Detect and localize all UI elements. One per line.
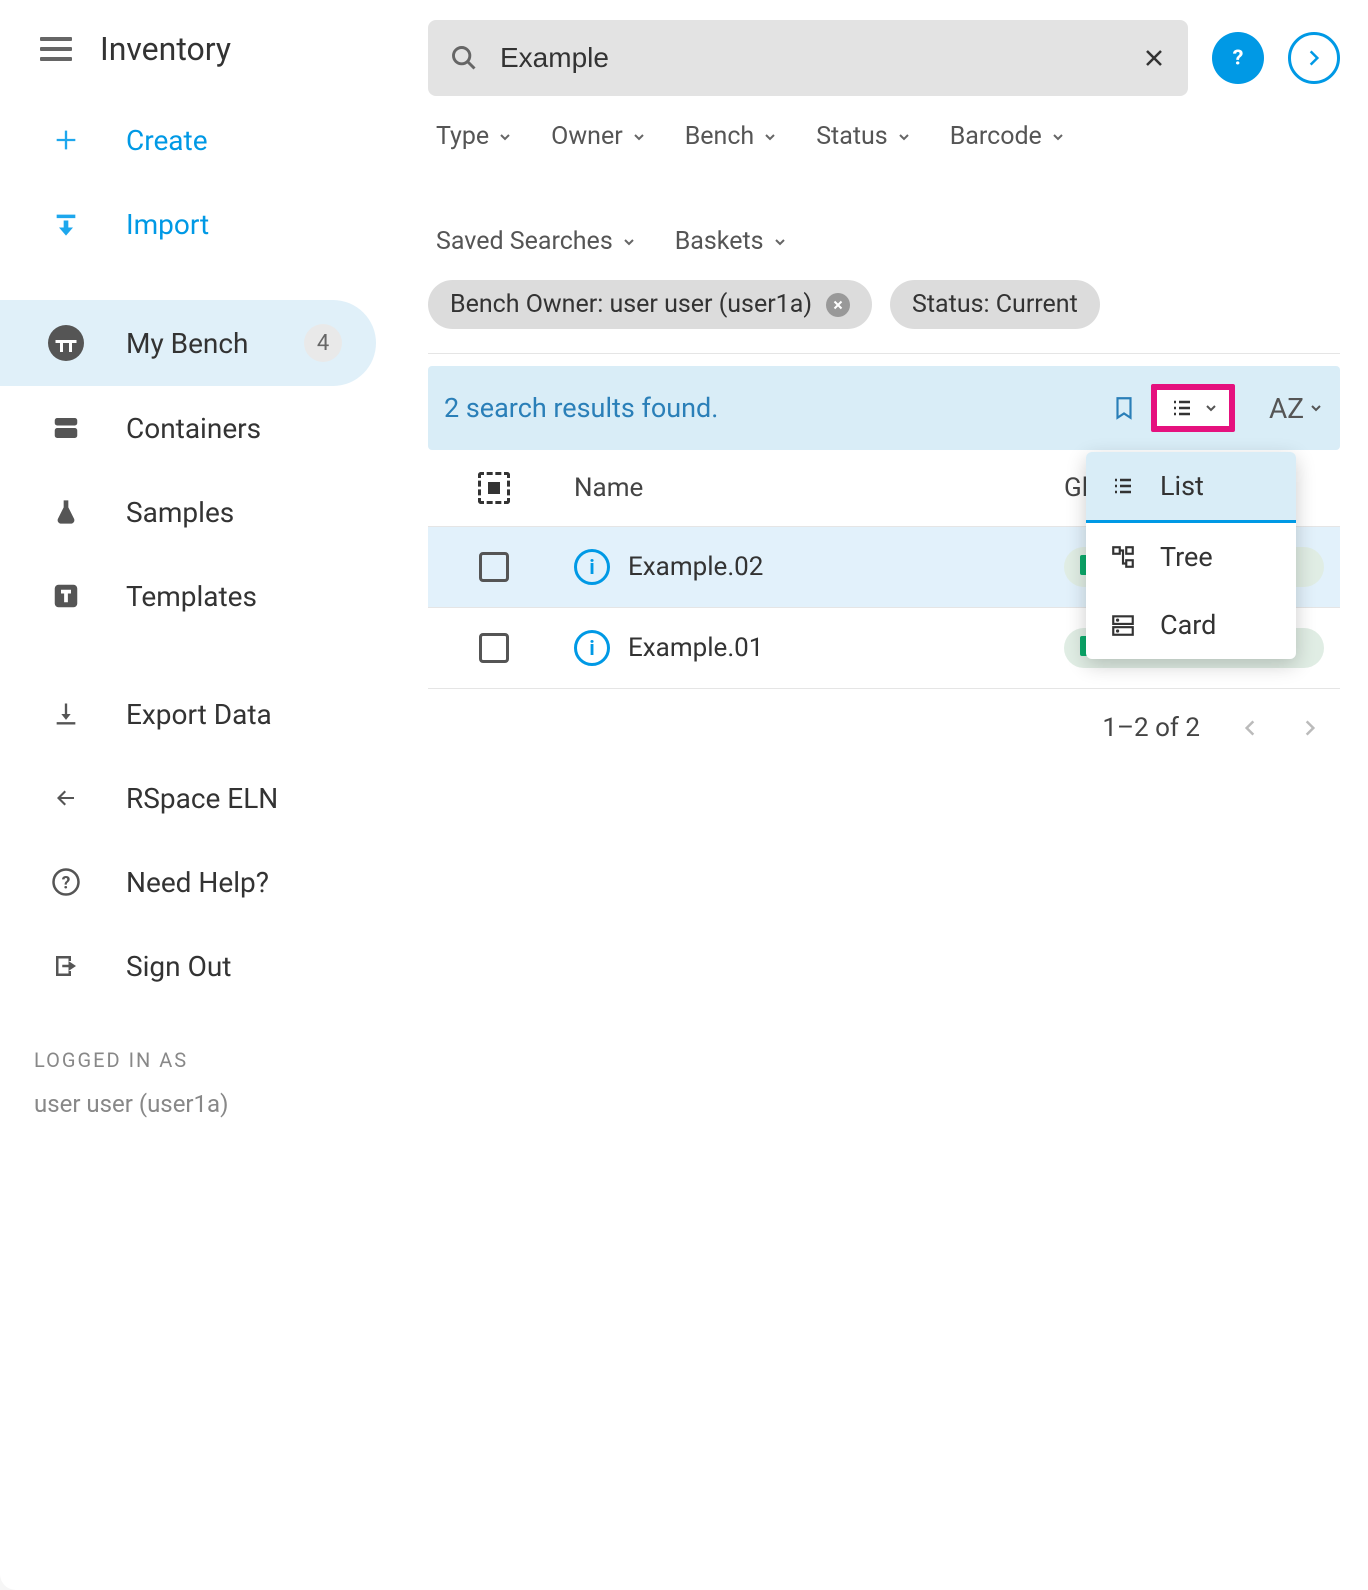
sidebar-create-label: Create bbox=[126, 124, 208, 157]
sidebar-create[interactable]: Create bbox=[0, 98, 400, 182]
sidebar-templates-label: Templates bbox=[126, 580, 257, 613]
mybench-badge: 4 bbox=[304, 324, 342, 362]
back-arrow-icon bbox=[48, 780, 84, 816]
chip-remove-icon[interactable] bbox=[826, 293, 850, 317]
sidebar-export[interactable]: Export Data bbox=[0, 672, 400, 756]
list-icon bbox=[1167, 396, 1197, 420]
template-icon bbox=[48, 578, 84, 614]
chevron-down-icon bbox=[497, 129, 513, 145]
flask-icon bbox=[48, 494, 84, 530]
chevron-down-icon bbox=[1050, 129, 1066, 145]
sidebar-samples[interactable]: Samples bbox=[0, 470, 400, 554]
signout-icon bbox=[48, 948, 84, 984]
filter-baskets[interactable]: Baskets bbox=[675, 227, 788, 256]
list-icon bbox=[1108, 474, 1138, 498]
results-bar: 2 search results found. AZ bbox=[428, 366, 1340, 450]
sidebar-signout-label: Sign Out bbox=[126, 950, 231, 983]
sidebar-containers[interactable]: Containers bbox=[0, 386, 400, 470]
select-all-checkbox[interactable] bbox=[478, 472, 510, 504]
logged-in-label: LOGGED IN AS bbox=[34, 1048, 366, 1072]
page-range: 1–2 of 2 bbox=[1102, 713, 1200, 743]
filter-saved-searches[interactable]: Saved Searches bbox=[436, 227, 637, 256]
row-name: Example.02 bbox=[628, 552, 763, 582]
info-icon[interactable]: i bbox=[574, 630, 610, 666]
filter-barcode[interactable]: Barcode bbox=[950, 122, 1066, 151]
main-content: ? Type Owner Bench Status Barcode Saved … bbox=[400, 0, 1368, 1590]
card-icon bbox=[1108, 612, 1138, 638]
tree-icon bbox=[1108, 544, 1138, 570]
sidebar-templates[interactable]: Templates bbox=[0, 554, 400, 638]
help-circle-icon: ? bbox=[48, 864, 84, 900]
sort-button[interactable]: AZ bbox=[1269, 392, 1324, 425]
filter-bench[interactable]: Bench bbox=[685, 122, 779, 151]
chevron-down-icon bbox=[1308, 400, 1324, 416]
view-option-list[interactable]: List bbox=[1086, 452, 1296, 520]
filter-status[interactable]: Status bbox=[816, 122, 911, 151]
download-icon bbox=[48, 696, 84, 732]
svg-text:?: ? bbox=[62, 873, 71, 893]
chevron-down-icon bbox=[772, 234, 788, 250]
sidebar-import-label: Import bbox=[126, 208, 209, 241]
menu-icon[interactable] bbox=[40, 37, 72, 61]
chevron-down-icon bbox=[1203, 400, 1219, 416]
sidebar-signout[interactable]: Sign Out bbox=[0, 924, 400, 1008]
chip-bench-owner[interactable]: Bench Owner: user user (user1a) bbox=[428, 280, 872, 329]
chevron-down-icon bbox=[762, 129, 778, 145]
sidebar-import[interactable]: Import bbox=[0, 182, 400, 266]
pagination: 1–2 of 2 bbox=[428, 688, 1340, 767]
chevron-down-icon bbox=[896, 129, 912, 145]
chevron-down-icon bbox=[621, 234, 637, 250]
sidebar-samples-label: Samples bbox=[126, 496, 234, 529]
svg-text:?: ? bbox=[1233, 46, 1244, 71]
bench-icon bbox=[48, 325, 84, 361]
sidebar-containers-label: Containers bbox=[126, 412, 261, 445]
results-summary: 2 search results found. bbox=[444, 392, 718, 424]
filter-owner[interactable]: Owner bbox=[551, 122, 647, 151]
row-name: Example.01 bbox=[628, 633, 763, 663]
view-mode-button[interactable] bbox=[1151, 384, 1235, 432]
next-panel-button[interactable] bbox=[1288, 32, 1340, 84]
sidebar: Inventory Create Import My Bench 4 bbox=[0, 0, 400, 1590]
row-checkbox[interactable] bbox=[479, 633, 509, 663]
plus-icon bbox=[48, 122, 84, 158]
search-box[interactable] bbox=[428, 20, 1188, 96]
logged-in-user: user user (user1a) bbox=[34, 1090, 366, 1118]
sidebar-eln-label: RSpace ELN bbox=[126, 782, 278, 815]
filter-type[interactable]: Type bbox=[436, 122, 513, 151]
view-mode-menu: List Tree Card bbox=[1086, 452, 1296, 659]
app-title: Inventory bbox=[100, 30, 231, 68]
bookmark-icon[interactable] bbox=[1111, 393, 1137, 423]
search-input[interactable] bbox=[498, 41, 1122, 75]
import-icon bbox=[48, 206, 84, 242]
sidebar-export-label: Export Data bbox=[126, 698, 272, 731]
page-prev-button[interactable] bbox=[1240, 718, 1260, 738]
sidebar-eln[interactable]: RSpace ELN bbox=[0, 756, 400, 840]
info-icon[interactable]: i bbox=[574, 549, 610, 585]
search-icon bbox=[450, 44, 478, 72]
sidebar-mybench-label: My Bench bbox=[126, 327, 248, 360]
clear-search-icon[interactable] bbox=[1142, 46, 1166, 70]
sidebar-help-label: Need Help? bbox=[126, 866, 269, 899]
page-next-button[interactable] bbox=[1300, 718, 1320, 738]
row-checkbox[interactable] bbox=[479, 552, 509, 582]
view-option-tree[interactable]: Tree bbox=[1086, 523, 1296, 591]
container-icon bbox=[48, 410, 84, 446]
sidebar-help[interactable]: ? Need Help? bbox=[0, 840, 400, 924]
view-option-card[interactable]: Card bbox=[1086, 591, 1296, 659]
chip-status[interactable]: Status: Current bbox=[890, 280, 1100, 329]
col-name[interactable]: Name bbox=[544, 473, 1064, 503]
chevron-down-icon bbox=[631, 129, 647, 145]
sidebar-mybench[interactable]: My Bench 4 bbox=[0, 300, 376, 386]
help-button[interactable]: ? bbox=[1212, 32, 1264, 84]
